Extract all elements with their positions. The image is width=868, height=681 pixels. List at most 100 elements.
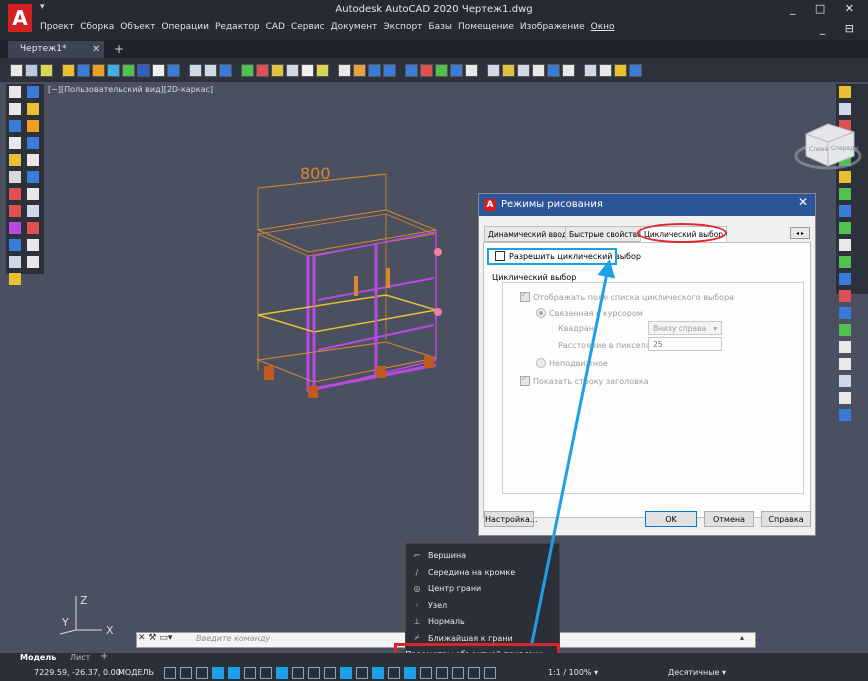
menu-item[interactable]: Изображение <box>520 22 585 38</box>
settings-button[interactable]: Настройка... <box>484 511 538 527</box>
tool-icon[interactable] <box>839 188 851 200</box>
lineweight-icon[interactable] <box>308 667 320 679</box>
menu-item[interactable]: Проект <box>40 22 74 38</box>
tool-icon[interactable] <box>839 222 851 234</box>
toolbar-icon[interactable] <box>338 63 351 77</box>
tool-icon[interactable] <box>839 358 851 370</box>
toolbar-icon[interactable] <box>502 63 515 77</box>
toolbar-icon[interactable] <box>25 63 38 77</box>
toolbar-icon[interactable] <box>189 63 202 77</box>
annotation-scale[interactable]: 1:1 / 100% ▾ <box>548 668 598 677</box>
menu-item[interactable]: CAD <box>266 22 285 38</box>
linked-cursor-option[interactable]: Связанная с курсором <box>536 308 643 318</box>
show-title-option[interactable]: Показать строку заголовка <box>520 374 649 386</box>
quick-properties-icon[interactable] <box>404 667 416 679</box>
document-tab[interactable]: Чертеж1* <box>8 41 104 58</box>
tool-icon[interactable] <box>839 409 851 421</box>
tool-icon[interactable] <box>9 120 21 132</box>
tool-icon[interactable] <box>839 256 851 268</box>
toolbar-icon[interactable] <box>487 63 500 77</box>
toolbar-icon[interactable] <box>256 63 269 77</box>
tool-icon[interactable] <box>9 222 21 234</box>
toolbar-icon[interactable] <box>77 63 90 77</box>
help-button[interactable]: Справка <box>761 511 811 527</box>
annotation-monitor-icon[interactable] <box>420 667 432 679</box>
tab-dynamic-input[interactable]: Динамический ввод <box>484 226 572 242</box>
toolbar-icon[interactable] <box>137 63 150 77</box>
menu-item[interactable]: Операции <box>161 22 209 38</box>
toolbar-icon[interactable] <box>241 63 254 77</box>
toolbar-icon[interactable] <box>599 63 612 77</box>
tool-icon[interactable] <box>27 154 39 166</box>
toolbar-icon[interactable] <box>435 63 448 77</box>
menu-item-perpendicular[interactable]: ⊥ Нормаль <box>412 614 465 628</box>
toolbar-icon[interactable] <box>465 63 478 77</box>
toolbar-icon[interactable] <box>271 63 284 77</box>
close-icon[interactable]: ✕ <box>798 195 808 209</box>
menu-item[interactable]: Помещение <box>458 22 514 38</box>
isodraft-icon[interactable] <box>260 667 272 679</box>
toolbar-icon[interactable] <box>40 63 53 77</box>
toolbar-icon[interactable] <box>405 63 418 77</box>
toolbar-icon[interactable] <box>204 63 217 77</box>
tool-icon[interactable] <box>839 205 851 217</box>
toolbar-icon[interactable] <box>547 63 560 77</box>
command-tools[interactable]: ✕ ⚒ ▭▾ <box>138 633 172 643</box>
selection-cycling-icon[interactable] <box>340 667 352 679</box>
toolbar-icon[interactable] <box>562 63 575 77</box>
toolbar-icon[interactable] <box>450 63 463 77</box>
filter-icon[interactable] <box>452 667 464 679</box>
linked-cursor-radio[interactable] <box>536 308 546 318</box>
tab-quick-properties[interactable]: Быстрые свойства <box>565 226 646 242</box>
menu-item[interactable]: Сборка <box>80 22 114 38</box>
model-space-toggle[interactable]: МОДЕЛЬ <box>118 668 154 677</box>
tool-icon[interactable] <box>27 188 39 200</box>
menu-item[interactable]: Объект <box>120 22 155 38</box>
menu-item-node[interactable]: ◦ Узел <box>412 598 448 612</box>
tool-icon[interactable] <box>9 154 21 166</box>
toolbar-icon[interactable] <box>167 63 180 77</box>
tool-icon[interactable] <box>9 103 21 115</box>
toolbar-icon[interactable] <box>62 63 75 77</box>
command-input[interactable]: Введите команду <box>196 634 270 643</box>
annotation-visibility-icon[interactable] <box>484 667 496 679</box>
viewcube[interactable]: Слева Спереди <box>792 112 862 174</box>
toolbar-icon[interactable] <box>584 63 597 77</box>
ortho-icon[interactable] <box>196 667 208 679</box>
tool-icon[interactable] <box>9 273 21 285</box>
tab-sheet[interactable]: Лист <box>70 653 90 662</box>
tool-icon[interactable] <box>9 239 21 251</box>
toolbar-icon[interactable] <box>10 63 23 77</box>
command-history-icon[interactable]: ▴ <box>740 633 744 642</box>
toolbar-icon[interactable] <box>420 63 433 77</box>
osnap-2d-icon[interactable] <box>292 667 304 679</box>
close-tab-icon[interactable]: ✕ <box>92 41 100 58</box>
toolbar-icon[interactable] <box>301 63 314 77</box>
tool-icon[interactable] <box>27 120 39 132</box>
tool-icon[interactable] <box>839 239 851 251</box>
show-list-checkbox[interactable] <box>520 290 530 302</box>
menu-item-edge-midpoint[interactable]: ∕ Середина на кромке <box>412 565 516 579</box>
tool-icon[interactable] <box>9 86 21 98</box>
show-list-option[interactable]: Отображать поле списка циклического выбо… <box>520 290 734 302</box>
toolbar-icon[interactable] <box>92 63 105 77</box>
tool-icon[interactable] <box>27 137 39 149</box>
tool-icon[interactable] <box>839 273 851 285</box>
window-controls[interactable]: _ □ ✕ <box>790 2 862 15</box>
tool-icon[interactable] <box>27 171 39 183</box>
tool-icon[interactable] <box>27 86 39 98</box>
toolbar-icon[interactable] <box>353 63 366 77</box>
toolbar-icon[interactable] <box>219 63 232 77</box>
toolbar-icon[interactable] <box>107 63 120 77</box>
static-radio[interactable] <box>536 358 546 368</box>
viewport-label[interactable]: [−][Пользовательский вид][2D-каркас] <box>48 85 213 94</box>
infer-icon[interactable] <box>212 667 224 679</box>
document-controls[interactable]: _ ⊟ <box>820 22 862 35</box>
ok-button[interactable]: OK <box>645 511 697 527</box>
show-title-checkbox[interactable] <box>520 374 530 386</box>
tool-icon[interactable] <box>27 103 39 115</box>
osnap-3d-icon[interactable] <box>356 667 368 679</box>
new-tab-icon[interactable]: + <box>114 41 124 58</box>
dynamic-input-icon[interactable] <box>388 667 400 679</box>
toolbar-icon[interactable] <box>152 63 165 77</box>
